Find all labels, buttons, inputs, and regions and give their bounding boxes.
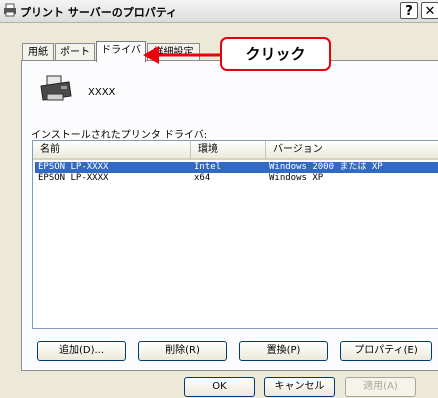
column-header-environment[interactable]: 環境 — [191, 141, 266, 160]
driver-properties-button[interactable]: プロパティ(E) — [340, 341, 432, 361]
server-printer-icon — [40, 75, 72, 101]
replace-driver-button[interactable]: 置換(P) — [239, 341, 328, 361]
printer-icon — [4, 3, 16, 17]
ok-button[interactable]: OK — [184, 377, 255, 397]
list-header: 名前 環境 バージョン — [33, 141, 438, 160]
column-header-version[interactable]: バージョン — [266, 141, 438, 160]
click-callout: クリック — [220, 37, 331, 71]
driver-version: Windows XP — [269, 173, 324, 183]
help-button[interactable]: ? — [400, 2, 418, 19]
add-driver-button[interactable]: 追加(D)... — [37, 341, 126, 361]
window-title: プリント サーバーのプロパティ — [20, 6, 178, 19]
server-name: XXXX — [88, 87, 116, 98]
driver-environment: Intel — [194, 162, 222, 172]
table-row[interactable]: EPSON LP-XXXX Intel Windows 2000 または XP — [35, 162, 438, 173]
tab-ports[interactable]: ポート — [55, 43, 95, 61]
driver-name: EPSON LP-XXXX — [38, 173, 109, 183]
driver-environment: x64 — [194, 173, 211, 183]
tab-paper[interactable]: 用紙 — [22, 43, 54, 61]
drivers-list[interactable]: 名前 環境 バージョン EPSON LP-XXXX Intel Windows … — [32, 140, 438, 329]
table-row[interactable]: EPSON LP-XXXX x64 Windows XP — [35, 173, 438, 184]
apply-button[interactable]: 適用(A) — [345, 377, 416, 397]
remove-driver-button[interactable]: 削除(R) — [138, 341, 227, 361]
close-button[interactable]: ✕ — [421, 2, 438, 19]
drivers-panel: XXXX インストールされたプリンタ ドライバ: 名前 環境 バージョン EPS… — [21, 60, 438, 371]
tab-drivers[interactable]: ドライバ — [96, 41, 146, 62]
properties-window: プリント サーバーのプロパティ ? ✕ 用紙 ポート ドライバ 詳細設定 クリッ… — [0, 0, 438, 398]
title-bar[interactable]: プリント サーバーのプロパティ ? ✕ — [0, 0, 438, 23]
arrow-icon — [143, 46, 222, 64]
driver-version: Windows 2000 または XP — [269, 162, 383, 172]
cancel-button[interactable]: キャンセル — [264, 377, 335, 397]
driver-name: EPSON LP-XXXX — [38, 162, 109, 172]
column-header-name[interactable]: 名前 — [33, 141, 191, 160]
drivers-list-label: インストールされたプリンタ ドライバ: — [31, 130, 208, 141]
